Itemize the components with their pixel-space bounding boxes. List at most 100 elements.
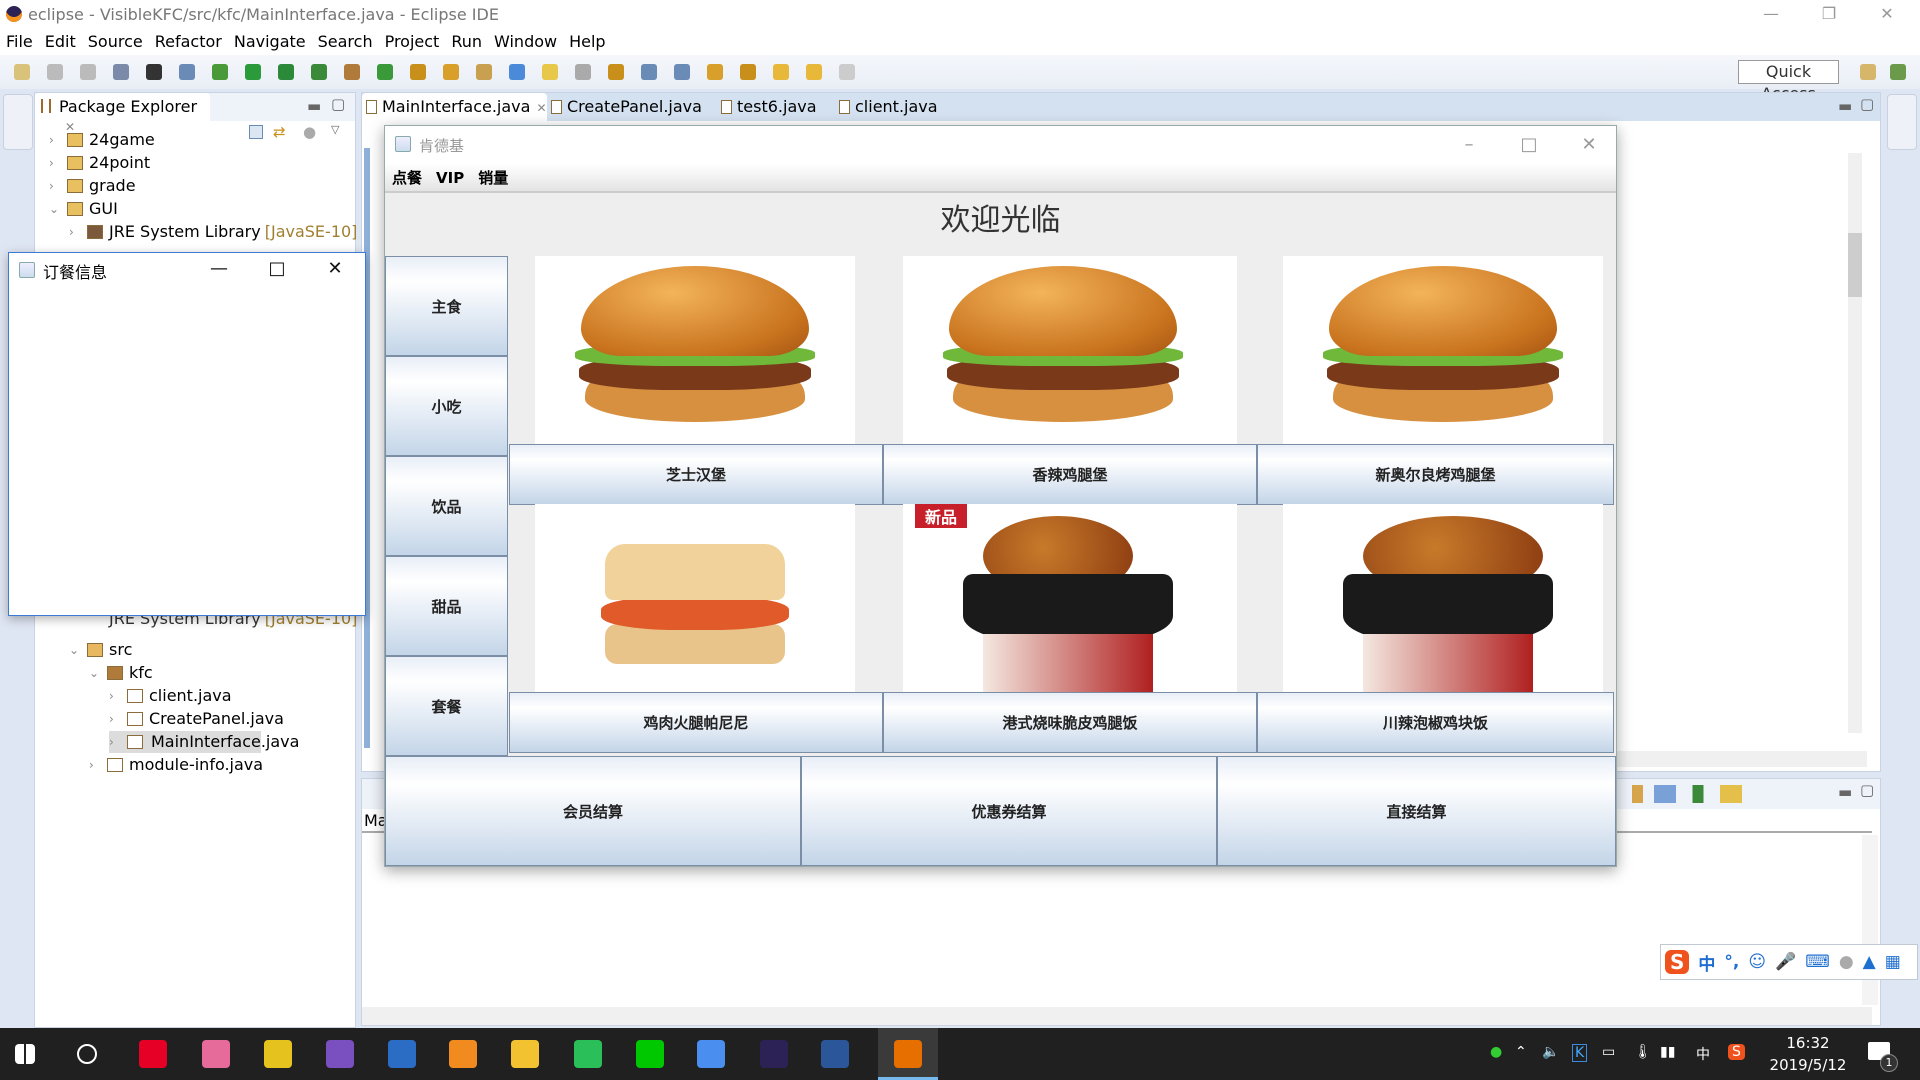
sogou-logo-icon[interactable]: S	[1665, 950, 1690, 974]
java-perspective-icon[interactable]	[1890, 64, 1906, 80]
food-button[interactable]: 新奥尔良烤鸡腿堡	[1257, 444, 1614, 505]
tree-item[interactable]: › 24game	[49, 129, 155, 151]
left-trim-stack[interactable]	[3, 94, 33, 150]
eclipse-taskbar-button[interactable]	[754, 1028, 794, 1080]
checkout-button[interactable]: 直接结算	[1217, 756, 1616, 866]
toolbar-button-icon[interactable]	[575, 64, 591, 80]
toolbar-button-icon[interactable]	[740, 64, 756, 80]
feather-app-taskbar-button[interactable]	[691, 1028, 731, 1080]
toolbar-button-icon[interactable]	[179, 64, 195, 80]
chevron-right-icon[interactable]: ›	[109, 731, 114, 753]
checkout-button[interactable]: 会员结算	[385, 756, 801, 866]
menu-edit[interactable]: Edit	[39, 28, 82, 55]
user-icon[interactable]: ●	[1839, 952, 1854, 972]
food-button[interactable]: 川辣泡椒鸡块饭	[1257, 692, 1614, 753]
chevron-right-icon[interactable]: ›	[89, 754, 94, 776]
toolbar-button-icon[interactable]	[509, 64, 525, 80]
food-image-burger[interactable]	[1283, 256, 1603, 444]
microphone-icon[interactable]: 🎤	[1775, 952, 1796, 972]
tree-item[interactable]: ⌄ kfc	[89, 662, 153, 684]
order-close-button[interactable]: ✕	[307, 253, 363, 285]
toolbar-button-icon[interactable]	[311, 64, 327, 80]
food-image-rice[interactable]	[1283, 504, 1603, 692]
skin-icon[interactable]: ▲	[1863, 952, 1876, 972]
tree-item[interactable]: › MainInterface.java	[109, 731, 299, 753]
chevron-down-icon[interactable]: ⌄	[89, 662, 99, 684]
food-button[interactable]: 芝士汉堡	[509, 444, 883, 505]
visual-studio-taskbar-button[interactable]	[320, 1028, 360, 1080]
tray-vk-icon[interactable]: K	[1572, 1044, 1588, 1062]
minimize-button[interactable]: —	[1748, 0, 1794, 28]
media-player-taskbar-button[interactable]	[568, 1028, 608, 1080]
tree-item[interactable]: ⌄ src	[69, 639, 132, 661]
chevron-right-icon[interactable]: ›	[49, 129, 54, 151]
tree-item[interactable]: › grade	[49, 175, 136, 197]
toolbar-button-icon[interactable]	[806, 64, 822, 80]
chevron-down-icon[interactable]: ⌄	[69, 639, 79, 661]
word-taskbar-button[interactable]	[815, 1028, 855, 1080]
chevron-right-icon[interactable]: ›	[109, 708, 114, 730]
toolbar-button-icon[interactable]	[245, 64, 261, 80]
tray-expand-icon[interactable]: ⌃	[1515, 1044, 1527, 1060]
scrollbar-thumb[interactable]	[1848, 233, 1862, 297]
chevron-right-icon[interactable]: ›	[49, 152, 54, 174]
toolbar-button-icon[interactable]	[476, 64, 492, 80]
minimize-panel-icon[interactable]: ▬	[1838, 783, 1852, 801]
toolbar-button-icon[interactable]	[773, 64, 789, 80]
kfc-menu-item[interactable]: VIP	[429, 163, 471, 193]
checkout-button[interactable]: 优惠券结算	[801, 756, 1217, 866]
toolbar-button-icon[interactable]	[443, 64, 459, 80]
toolbar-button-icon[interactable]	[641, 64, 657, 80]
menu-navigate[interactable]: Navigate	[228, 28, 312, 55]
editor-horizontal-scrollbar[interactable]	[1617, 751, 1867, 767]
tree-item[interactable]: › CreatePanel.java	[109, 708, 284, 730]
vs-code-taskbar-button[interactable]	[382, 1028, 422, 1080]
minimize-editor-icon[interactable]: ▬	[1838, 97, 1852, 115]
toolbar-button-icon[interactable]	[542, 64, 558, 80]
chevron-right-icon[interactable]: ›	[109, 685, 114, 707]
search-taskbar-button[interactable]	[69, 1028, 109, 1080]
editor-tab[interactable]: CreatePanel.java	[547, 93, 717, 121]
close-tab-icon[interactable]: ✕	[536, 101, 546, 115]
restore-button[interactable]: ❐	[1806, 0, 1852, 28]
input-method-indicator[interactable]: 中	[1696, 1044, 1710, 1064]
kfc-maximize-button[interactable]: □	[1501, 129, 1557, 161]
network-icon[interactable]: ▭	[1602, 1044, 1615, 1060]
java-taskbar-button[interactable]	[878, 1028, 938, 1080]
editor-tab[interactable]: test6.java	[717, 93, 835, 121]
toolbar-button-icon[interactable]	[377, 64, 393, 80]
console-toolbar-icons[interactable]	[1632, 785, 1742, 803]
category-button[interactable]: 甜品	[385, 556, 508, 656]
toolbar-button-icon[interactable]	[344, 64, 360, 80]
temperature-icon[interactable]: 🌡	[1634, 1044, 1652, 1060]
category-button[interactable]: 小吃	[385, 356, 508, 456]
toolbar-button-icon[interactable]	[278, 64, 294, 80]
menu-window[interactable]: Window	[488, 28, 563, 55]
tree-item[interactable]: ⌄ GUI	[49, 198, 118, 220]
menu-help[interactable]: Help	[563, 28, 611, 55]
menu-search[interactable]: Search	[312, 28, 379, 55]
menu-source[interactable]: Source	[82, 28, 149, 55]
emoji-icon[interactable]: ☺	[1748, 952, 1766, 972]
close-button[interactable]: ✕	[1864, 0, 1910, 28]
ime-mode-toggle[interactable]: 中	[1698, 950, 1715, 975]
food-button[interactable]: 香辣鸡腿堡	[883, 444, 1257, 505]
menu-project[interactable]: Project	[379, 28, 446, 55]
category-button[interactable]: 主食	[385, 256, 508, 356]
tree-item[interactable]: › 24point	[49, 152, 150, 174]
iqiyi-taskbar-button[interactable]	[630, 1028, 670, 1080]
chevron-right-icon[interactable]: ›	[69, 221, 74, 243]
volume-icon[interactable]: 🔈	[1542, 1044, 1559, 1060]
bilibili-taskbar-button[interactable]	[196, 1028, 236, 1080]
kfc-menu-item[interactable]: 销量	[471, 163, 515, 193]
order-maximize-button[interactable]: □	[249, 253, 305, 285]
food-button[interactable]: 鸡肉火腿帕尼尼	[509, 692, 883, 753]
netease-music-taskbar-button[interactable]	[133, 1028, 173, 1080]
panel-horizontal-scrollbar[interactable]	[362, 1007, 1872, 1025]
tray-security-icon[interactable]: ●	[1490, 1044, 1502, 1060]
maximize-panel-icon[interactable]: ▢	[1860, 781, 1874, 799]
editor-tab[interactable]: MainInterface.java ✕	[362, 93, 547, 121]
kfc-minimize-button[interactable]: –	[1441, 129, 1497, 161]
editor-tab[interactable]: client.java	[835, 93, 945, 121]
menu-run[interactable]: Run	[445, 28, 488, 55]
